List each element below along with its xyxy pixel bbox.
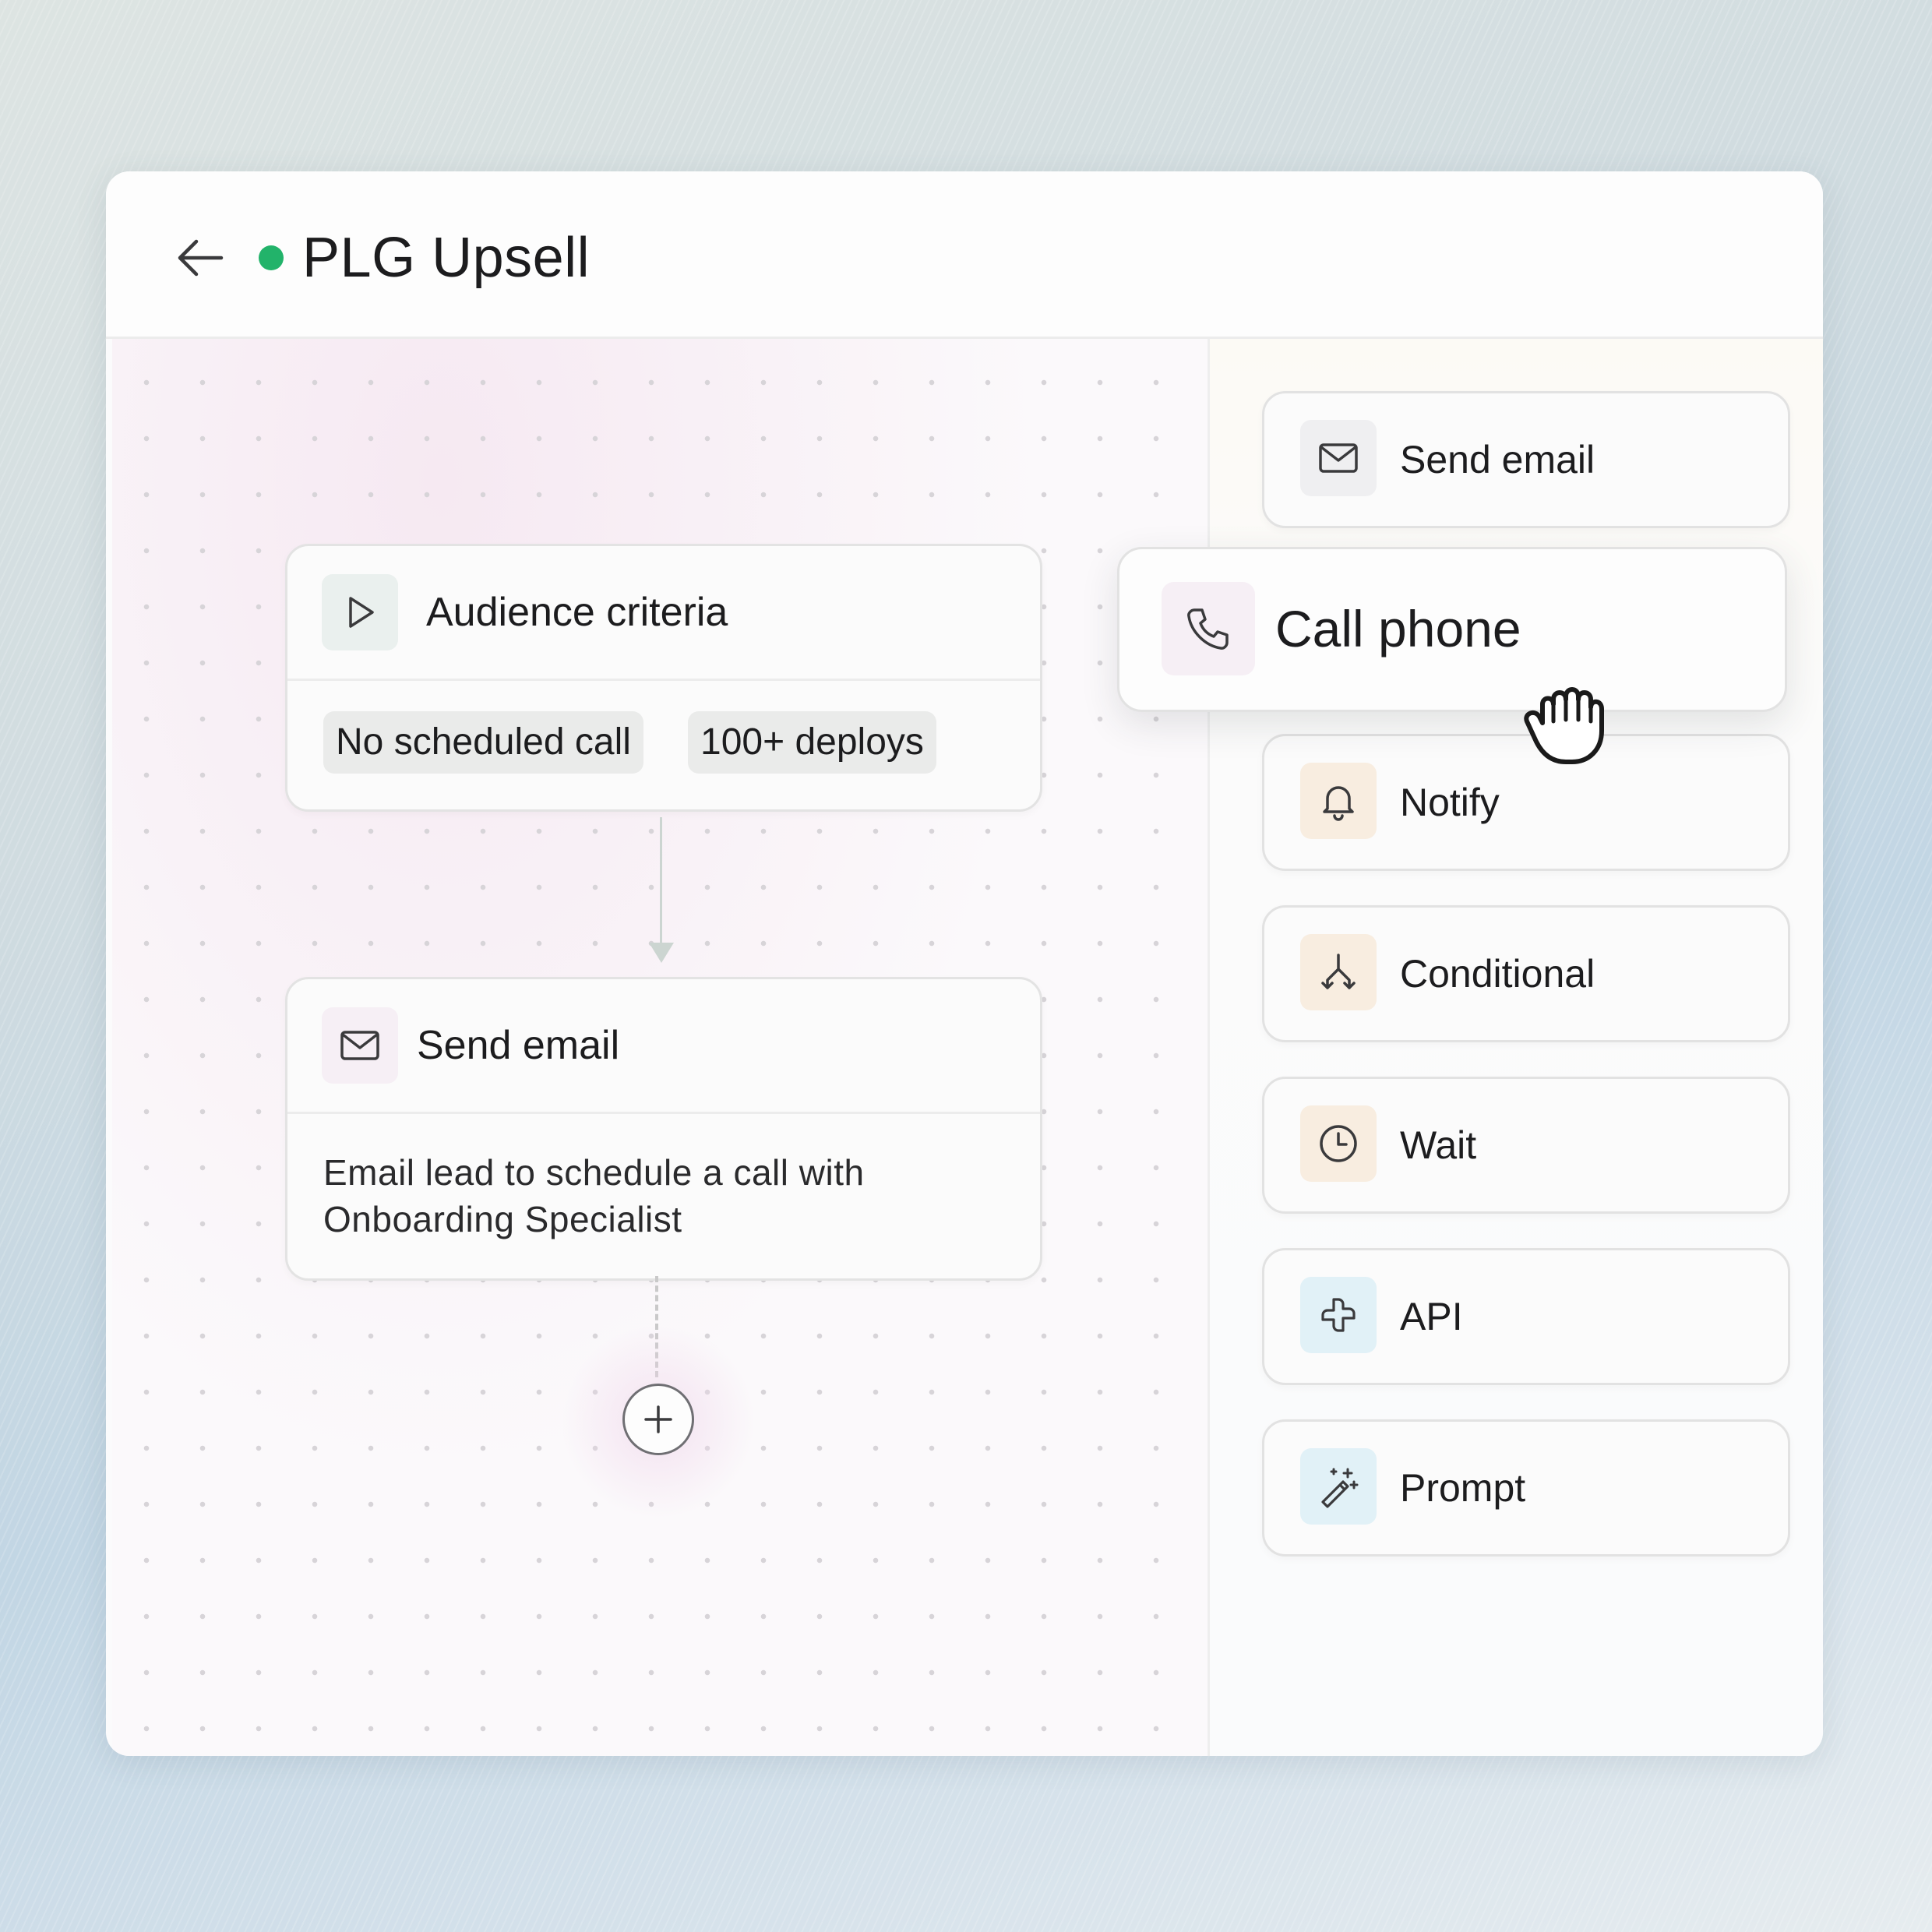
arrow-left-icon	[178, 239, 224, 277]
mail-icon	[1300, 420, 1377, 496]
grab-hand-icon	[1524, 687, 1604, 764]
action-label: Conditional	[1400, 952, 1595, 996]
action-conditional[interactable]: Conditional	[1262, 905, 1790, 1042]
bell-icon	[1300, 763, 1377, 839]
action-label: API	[1400, 1295, 1463, 1338]
add-step-button[interactable]	[622, 1384, 694, 1455]
node-header: Send email	[287, 979, 1040, 1114]
plus-icon	[644, 1405, 672, 1433]
back-button[interactable]	[173, 231, 227, 285]
phone-icon	[1162, 582, 1255, 675]
criteria-tag: No scheduled call	[323, 711, 643, 774]
action-api[interactable]: API	[1262, 1248, 1790, 1385]
action-label: Notify	[1400, 781, 1500, 824]
split-icon	[1300, 934, 1377, 1010]
criteria-tag: 100+ deploys	[688, 711, 936, 774]
header: PLG Upsell	[106, 171, 1823, 339]
node-header: Audience criteria	[287, 546, 1040, 681]
connector-line	[660, 817, 662, 950]
action-send-email[interactable]: Send email	[1262, 391, 1790, 528]
action-label: Prompt	[1400, 1466, 1526, 1510]
action-label: Wait	[1400, 1123, 1477, 1167]
drag-label: Call phone	[1275, 600, 1521, 658]
audience-criteria-node[interactable]: Audience criteria No scheduled call 100+…	[285, 544, 1042, 812]
status-dot	[259, 245, 284, 270]
node-title: Audience criteria	[426, 590, 728, 635]
connector-arrowhead	[649, 943, 674, 963]
send-email-node[interactable]: Send email Email lead to schedule a call…	[285, 977, 1042, 1281]
action-label: Send email	[1400, 438, 1595, 481]
mail-icon	[322, 1007, 398, 1084]
node-description: Email lead to schedule a call with Onboa…	[323, 1149, 865, 1243]
api-icon	[1300, 1277, 1377, 1353]
dragging-call-phone-card[interactable]: Call phone	[1117, 547, 1787, 712]
node-title: Send email	[417, 1023, 620, 1068]
description-line: Email lead to schedule a call with	[323, 1152, 865, 1193]
play-icon	[322, 574, 398, 650]
clock-icon	[1300, 1105, 1377, 1182]
description-line: Onboarding Specialist	[323, 1199, 682, 1239]
action-prompt[interactable]: Prompt	[1262, 1419, 1790, 1557]
action-wait[interactable]: Wait	[1262, 1077, 1790, 1214]
magic-wand-icon	[1300, 1448, 1377, 1525]
page-title: PLG Upsell	[302, 227, 591, 289]
